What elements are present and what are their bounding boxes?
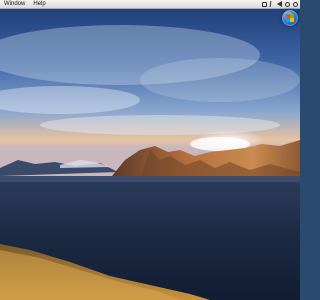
bluetooth-icon[interactable] xyxy=(269,1,275,7)
menu-help[interactable]: Help xyxy=(33,0,45,8)
menu-window[interactable]: Window xyxy=(4,0,25,8)
menu-bar: Window Help xyxy=(0,0,300,9)
windows-flag-icon xyxy=(286,14,294,22)
volume-icon[interactable] xyxy=(277,1,282,7)
desktop-wallpaper xyxy=(0,0,300,300)
status-menu-area xyxy=(262,0,298,8)
spotlight-search-icon[interactable] xyxy=(293,1,298,7)
monitor-icon[interactable] xyxy=(262,1,267,7)
clock-icon[interactable] xyxy=(285,1,290,7)
menu-list: Window Help xyxy=(4,0,46,8)
windows-start-orb-icon[interactable] xyxy=(282,10,298,26)
